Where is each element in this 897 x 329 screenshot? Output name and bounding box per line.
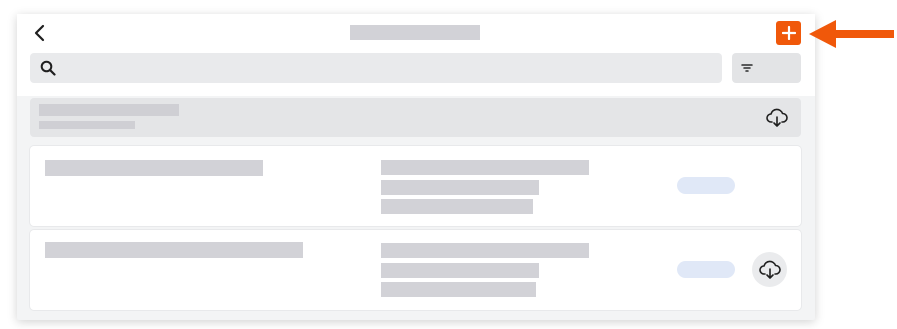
group-header[interactable] <box>30 98 801 137</box>
app-window <box>17 14 815 320</box>
item-detail-placeholder <box>381 282 536 297</box>
filter-icon <box>741 64 753 72</box>
item-detail-placeholder <box>381 180 539 195</box>
arrow-left-icon <box>809 20 894 48</box>
item-title-placeholder <box>45 242 303 258</box>
search-icon <box>40 60 56 76</box>
item-detail-placeholder <box>381 199 533 214</box>
status-badge <box>677 177 735 194</box>
item-title-placeholder <box>45 160 263 176</box>
filter-button[interactable] <box>732 53 801 83</box>
cloud-download-icon <box>766 108 788 127</box>
status-badge <box>677 261 735 278</box>
list-item[interactable] <box>30 230 801 310</box>
plus-icon <box>781 26 796 40</box>
group-title-placeholder <box>39 104 179 116</box>
cloud-download-icon <box>758 260 781 279</box>
group-download-button[interactable] <box>765 106 789 130</box>
item-detail-placeholder <box>381 243 589 258</box>
back-button[interactable] <box>29 22 51 44</box>
page-title-placeholder <box>350 25 480 40</box>
group-subtitle-placeholder <box>39 121 135 129</box>
search-input[interactable] <box>30 53 722 83</box>
chevron-left-icon <box>34 24 45 42</box>
item-detail-placeholder <box>381 160 589 175</box>
top-bar <box>17 14 815 96</box>
add-button[interactable] <box>776 21 801 45</box>
item-detail-placeholder <box>381 263 539 278</box>
item-download-button[interactable] <box>752 252 787 287</box>
list-item[interactable] <box>30 146 801 226</box>
